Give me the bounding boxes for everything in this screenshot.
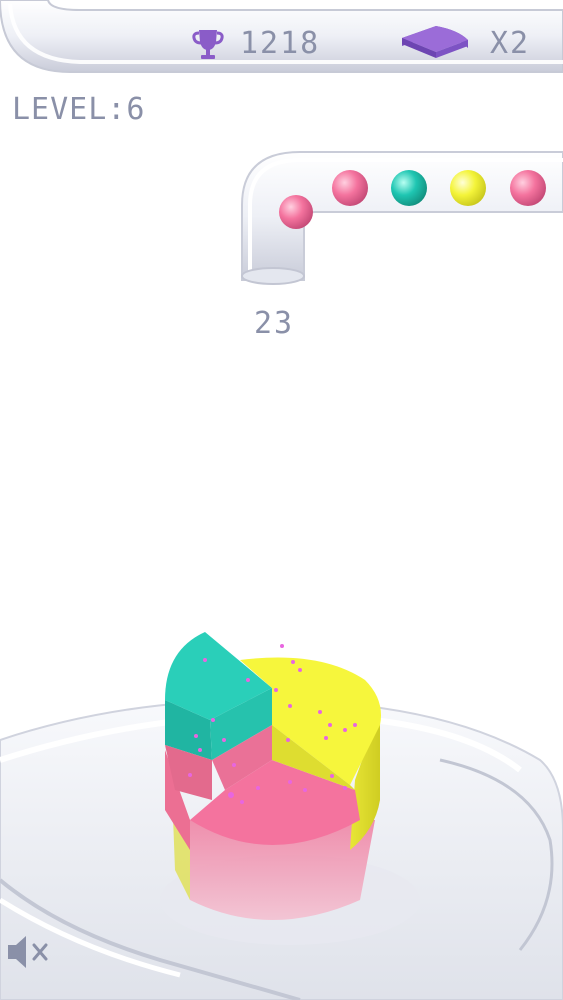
queue-ball — [510, 170, 546, 206]
game-scene — [0, 0, 563, 1000]
ball-count: 23 — [254, 306, 295, 341]
score-value: 1218 — [240, 26, 321, 61]
queue-ball — [332, 170, 368, 206]
queue-ball — [450, 170, 486, 206]
pie-slice-icon — [400, 22, 470, 66]
queue-ball — [391, 170, 427, 206]
muted-speaker-icon[interactable] — [6, 932, 56, 976]
level-label: LEVEL:6 — [12, 92, 146, 127]
trophy-icon — [192, 28, 224, 66]
cake — [165, 632, 381, 920]
queue-ball — [279, 195, 313, 229]
multiplier-value: X2 — [490, 26, 531, 61]
